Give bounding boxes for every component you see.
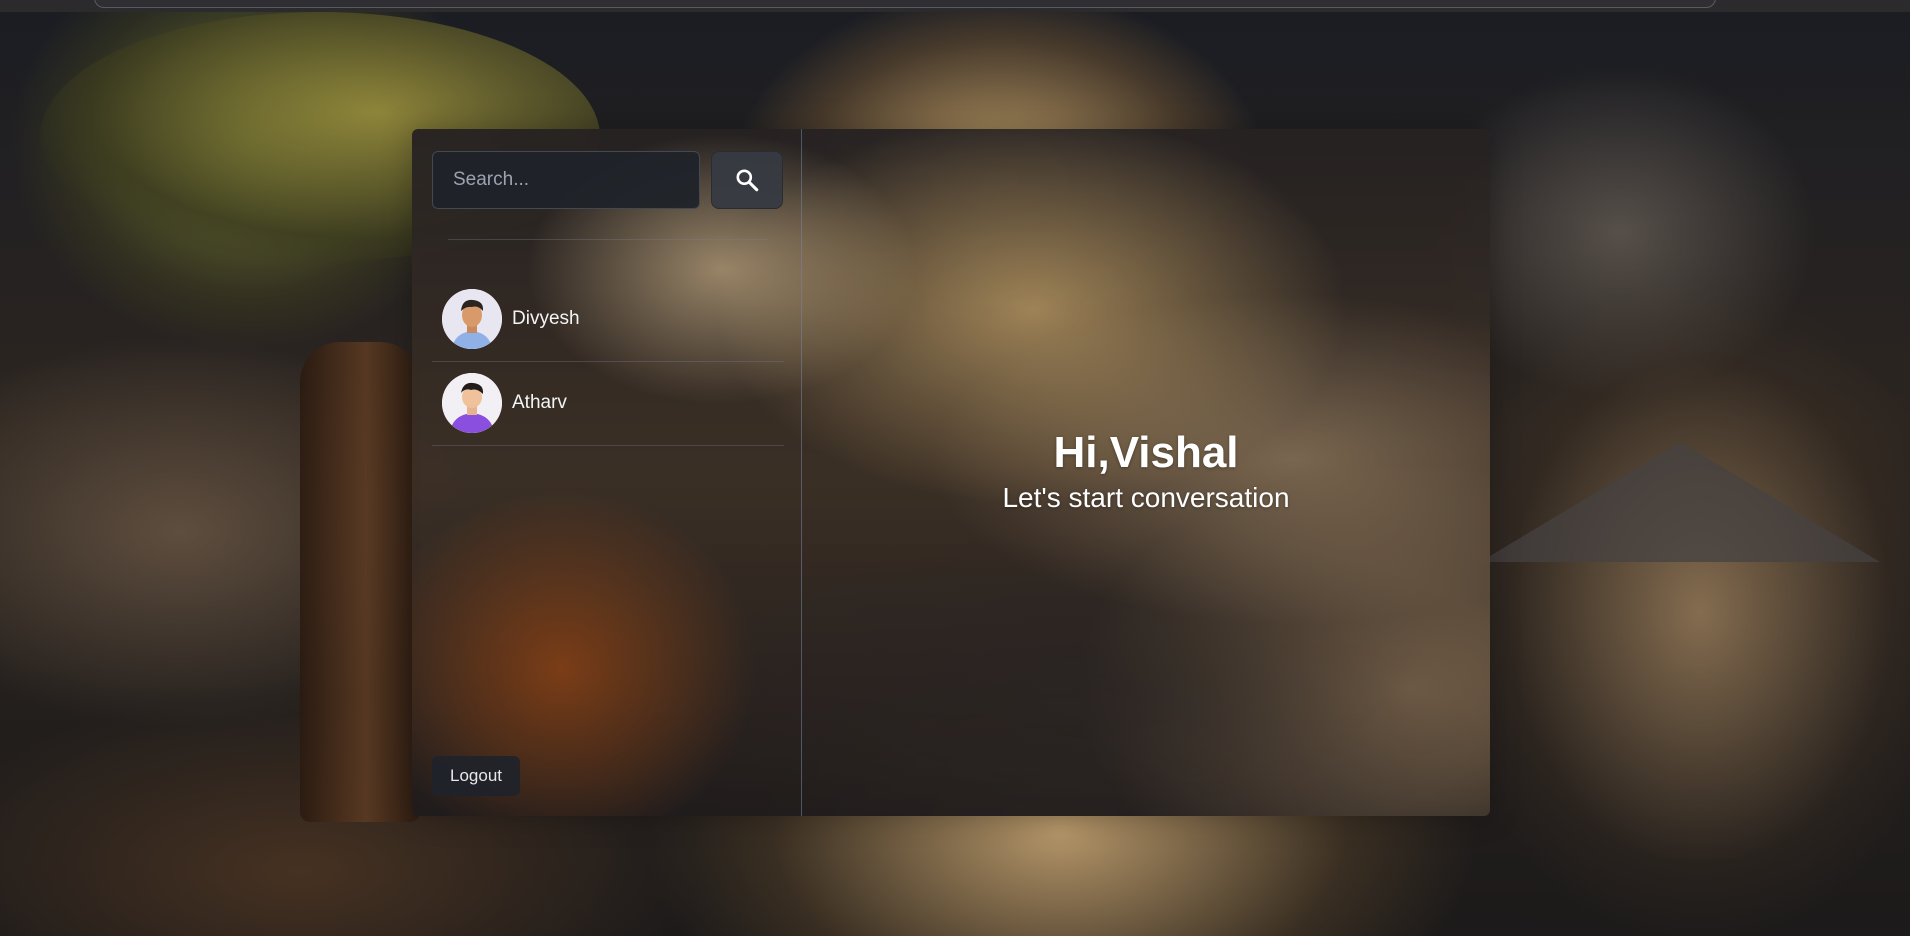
sidebar: Divyesh Atharv Logout [412,129,802,816]
avatar [442,289,502,349]
logout-button[interactable]: Logout [432,756,520,796]
search-button[interactable] [711,151,783,209]
greeting-heading: Hi,Vishal [1053,428,1239,477]
search-divider [448,239,768,240]
search-row [432,151,784,211]
avatar-man-blue-shirt-icon [442,289,502,349]
search-input[interactable] [432,151,700,209]
user-name: Atharv [512,392,567,413]
browser-address-bar[interactable] [94,0,1716,8]
chat-window: Divyesh Atharv Logout Hi,Vishal Let's st… [412,129,1490,816]
user-item-atharv[interactable]: Atharv [432,362,784,446]
avatar-man-purple-shirt-icon [442,373,502,433]
browser-top-strip [0,0,1910,12]
mountain-peak [1480,442,1880,562]
welcome-pane: Hi,Vishal Let's start conversation [802,129,1490,816]
tree-trunk [300,342,420,822]
search-icon [736,169,759,192]
user-name: Divyesh [512,308,580,329]
user-item-divyesh[interactable]: Divyesh [432,278,784,362]
avatar [442,373,502,433]
welcome-subtitle: Let's start conversation [1002,482,1290,513]
user-list: Divyesh Atharv [432,278,784,446]
